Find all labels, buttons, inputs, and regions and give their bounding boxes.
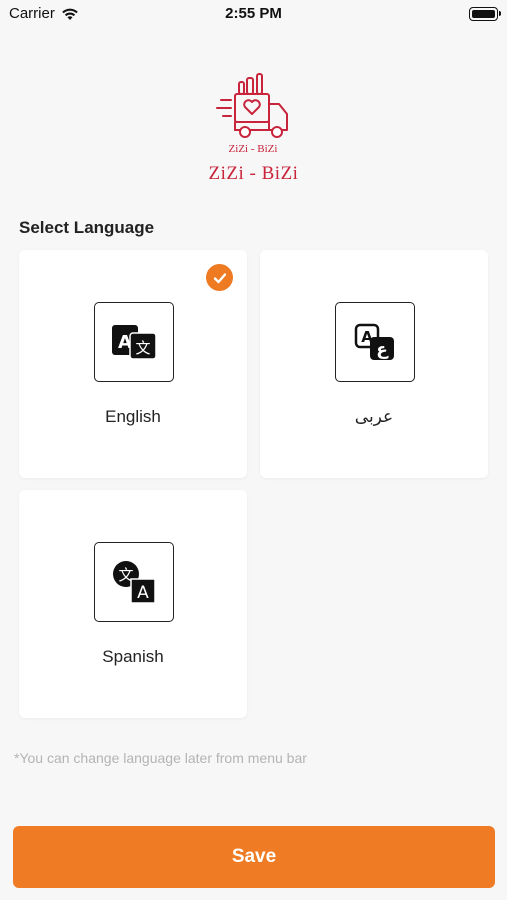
selected-check-icon [206, 264, 233, 291]
translate-arabic-icon: A ع [335, 302, 415, 382]
language-card-arabic[interactable]: A ع عربى [260, 250, 488, 478]
status-time: 2:55 PM [225, 5, 282, 22]
translate-glyph-icon: 文 A [94, 542, 174, 622]
save-button[interactable]: Save [13, 826, 495, 888]
section-title: Select Language [19, 218, 155, 237]
logo-emblem-text: ZiZi - BiZi [229, 143, 278, 155]
svg-text:A: A [137, 583, 149, 603]
language-label-arabic: عربى [354, 407, 394, 426]
language-change-note: *You can change language later from menu… [14, 750, 307, 766]
logo-title: ZiZi - BiZi [208, 163, 299, 184]
svg-text:ع: ع [376, 340, 389, 360]
language-select-screen: Carrier 2:55 PM ZiZi - BiZi ZiZi - BiZi … [0, 0, 507, 900]
svg-text:文: 文 [135, 339, 150, 357]
battery-fill [472, 10, 495, 18]
translate-a-icon: A 文 [94, 302, 174, 382]
battery-icon [469, 7, 501, 21]
language-card-spanish[interactable]: 文 A Spanish [19, 490, 247, 718]
status-bar: Carrier 2:55 PM [0, 0, 507, 30]
language-label-spanish: Spanish [102, 647, 164, 666]
language-label-english: English [105, 407, 161, 426]
language-card-english[interactable]: A 文 English [19, 250, 247, 478]
